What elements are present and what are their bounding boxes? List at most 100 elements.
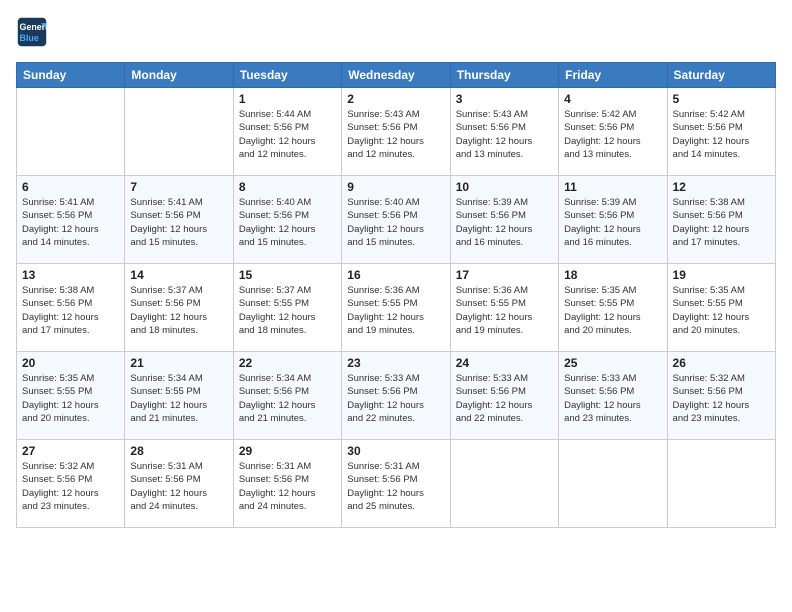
logo-icon: General Blue	[16, 16, 48, 48]
calendar-week-row: 1 Sunrise: 5:44 AM Sunset: 5:56 PM Daylig…	[17, 88, 776, 176]
day-info: Sunrise: 5:34 AM Sunset: 5:56 PM Dayligh…	[239, 372, 336, 425]
weekday-header-monday: Monday	[125, 63, 233, 88]
day-number: 13	[22, 268, 119, 282]
day-number: 1	[239, 92, 336, 106]
day-number: 16	[347, 268, 444, 282]
day-number: 6	[22, 180, 119, 194]
weekday-header-thursday: Thursday	[450, 63, 558, 88]
day-number: 19	[673, 268, 770, 282]
day-info: Sunrise: 5:38 AM Sunset: 5:56 PM Dayligh…	[673, 196, 770, 249]
calendar-week-row: 13 Sunrise: 5:38 AM Sunset: 5:56 PM Dayli…	[17, 264, 776, 352]
calendar-cell: 9 Sunrise: 5:40 AM Sunset: 5:56 PM Daylig…	[342, 176, 450, 264]
day-info: Sunrise: 5:35 AM Sunset: 5:55 PM Dayligh…	[22, 372, 119, 425]
day-info: Sunrise: 5:41 AM Sunset: 5:56 PM Dayligh…	[22, 196, 119, 249]
calendar-cell: 21 Sunrise: 5:34 AM Sunset: 5:55 PM Dayli…	[125, 352, 233, 440]
day-info: Sunrise: 5:39 AM Sunset: 5:56 PM Dayligh…	[456, 196, 553, 249]
day-number: 15	[239, 268, 336, 282]
calendar-cell: 8 Sunrise: 5:40 AM Sunset: 5:56 PM Daylig…	[233, 176, 341, 264]
calendar-table: SundayMondayTuesdayWednesdayThursdayFrid…	[16, 62, 776, 528]
day-info: Sunrise: 5:32 AM Sunset: 5:56 PM Dayligh…	[673, 372, 770, 425]
calendar-cell: 11Sunrise: 5:39 AM Sunset: 5:56 PM Dayli…	[559, 176, 667, 264]
calendar-cell: 22 Sunrise: 5:34 AM Sunset: 5:56 PM Dayli…	[233, 352, 341, 440]
calendar-cell: 3 Sunrise: 5:43 AM Sunset: 5:56 PM Daylig…	[450, 88, 558, 176]
weekday-header-tuesday: Tuesday	[233, 63, 341, 88]
calendar-cell: 27 Sunrise: 5:32 AM Sunset: 5:56 PM Dayli…	[17, 440, 125, 528]
day-number: 18	[564, 268, 661, 282]
day-info: Sunrise: 5:31 AM Sunset: 5:56 PM Dayligh…	[130, 460, 227, 513]
calendar-cell: 28 Sunrise: 5:31 AM Sunset: 5:56 PM Dayli…	[125, 440, 233, 528]
calendar-cell: 6 Sunrise: 5:41 AM Sunset: 5:56 PM Daylig…	[17, 176, 125, 264]
calendar-cell: 15 Sunrise: 5:37 AM Sunset: 5:55 PM Dayli…	[233, 264, 341, 352]
day-info: Sunrise: 5:40 AM Sunset: 5:56 PM Dayligh…	[239, 196, 336, 249]
day-number: 21	[130, 356, 227, 370]
day-info: Sunrise: 5:43 AM Sunset: 5:56 PM Dayligh…	[347, 108, 444, 161]
day-number: 2	[347, 92, 444, 106]
calendar-cell	[125, 88, 233, 176]
day-info: Sunrise: 5:32 AM Sunset: 5:56 PM Dayligh…	[22, 460, 119, 513]
calendar-cell	[17, 88, 125, 176]
calendar-cell: 24 Sunrise: 5:33 AM Sunset: 5:56 PM Dayli…	[450, 352, 558, 440]
calendar-cell: 26 Sunrise: 5:32 AM Sunset: 5:56 PM Dayli…	[667, 352, 775, 440]
day-number: 17	[456, 268, 553, 282]
day-info: Sunrise: 5:44 AM Sunset: 5:56 PM Dayligh…	[239, 108, 336, 161]
day-number: 24	[456, 356, 553, 370]
calendar-cell: 13 Sunrise: 5:38 AM Sunset: 5:56 PM Dayli…	[17, 264, 125, 352]
day-info: Sunrise: 5:37 AM Sunset: 5:55 PM Dayligh…	[239, 284, 336, 337]
day-number: 3	[456, 92, 553, 106]
calendar-cell: 7 Sunrise: 5:41 AM Sunset: 5:56 PM Daylig…	[125, 176, 233, 264]
day-info: Sunrise: 5:35 AM Sunset: 5:55 PM Dayligh…	[564, 284, 661, 337]
day-info: Sunrise: 5:38 AM Sunset: 5:56 PM Dayligh…	[22, 284, 119, 337]
calendar-cell	[450, 440, 558, 528]
day-number: 5	[673, 92, 770, 106]
calendar-cell: 23Sunrise: 5:33 AM Sunset: 5:56 PM Dayli…	[342, 352, 450, 440]
calendar-cell	[667, 440, 775, 528]
day-number: 29	[239, 444, 336, 458]
calendar-cell: 5 Sunrise: 5:42 AM Sunset: 5:56 PM Daylig…	[667, 88, 775, 176]
day-number: 14	[130, 268, 227, 282]
day-number: 10	[456, 180, 553, 194]
calendar-cell: 20 Sunrise: 5:35 AM Sunset: 5:55 PM Dayli…	[17, 352, 125, 440]
calendar-cell: 1 Sunrise: 5:44 AM Sunset: 5:56 PM Daylig…	[233, 88, 341, 176]
calendar-cell: 19 Sunrise: 5:35 AM Sunset: 5:55 PM Dayli…	[667, 264, 775, 352]
day-info: Sunrise: 5:35 AM Sunset: 5:55 PM Dayligh…	[673, 284, 770, 337]
day-info: Sunrise: 5:42 AM Sunset: 5:56 PM Dayligh…	[673, 108, 770, 161]
day-number: 7	[130, 180, 227, 194]
calendar-cell: 10 Sunrise: 5:39 AM Sunset: 5:56 PM Dayli…	[450, 176, 558, 264]
day-info: Sunrise: 5:43 AM Sunset: 5:56 PM Dayligh…	[456, 108, 553, 161]
day-number: 20	[22, 356, 119, 370]
weekday-header-friday: Friday	[559, 63, 667, 88]
day-number: 28	[130, 444, 227, 458]
calendar-week-row: 20 Sunrise: 5:35 AM Sunset: 5:55 PM Dayli…	[17, 352, 776, 440]
calendar-cell: 14Sunrise: 5:37 AM Sunset: 5:56 PM Dayli…	[125, 264, 233, 352]
day-info: Sunrise: 5:41 AM Sunset: 5:56 PM Dayligh…	[130, 196, 227, 249]
weekday-header-wednesday: Wednesday	[342, 63, 450, 88]
day-info: Sunrise: 5:33 AM Sunset: 5:56 PM Dayligh…	[456, 372, 553, 425]
day-number: 8	[239, 180, 336, 194]
day-number: 4	[564, 92, 661, 106]
day-number: 9	[347, 180, 444, 194]
page-header: General Blue	[16, 16, 776, 48]
day-info: Sunrise: 5:36 AM Sunset: 5:55 PM Dayligh…	[347, 284, 444, 337]
day-info: Sunrise: 5:42 AM Sunset: 5:56 PM Dayligh…	[564, 108, 661, 161]
day-info: Sunrise: 5:31 AM Sunset: 5:56 PM Dayligh…	[347, 460, 444, 513]
day-number: 26	[673, 356, 770, 370]
day-number: 22	[239, 356, 336, 370]
day-number: 27	[22, 444, 119, 458]
calendar-cell: 12Sunrise: 5:38 AM Sunset: 5:56 PM Dayli…	[667, 176, 775, 264]
weekday-header-saturday: Saturday	[667, 63, 775, 88]
day-info: Sunrise: 5:34 AM Sunset: 5:55 PM Dayligh…	[130, 372, 227, 425]
calendar-cell: 30Sunrise: 5:31 AM Sunset: 5:56 PM Dayli…	[342, 440, 450, 528]
day-info: Sunrise: 5:40 AM Sunset: 5:56 PM Dayligh…	[347, 196, 444, 249]
calendar-cell	[559, 440, 667, 528]
calendar-week-row: 27 Sunrise: 5:32 AM Sunset: 5:56 PM Dayli…	[17, 440, 776, 528]
day-info: Sunrise: 5:31 AM Sunset: 5:56 PM Dayligh…	[239, 460, 336, 513]
calendar-cell: 18 Sunrise: 5:35 AM Sunset: 5:55 PM Dayli…	[559, 264, 667, 352]
day-info: Sunrise: 5:33 AM Sunset: 5:56 PM Dayligh…	[347, 372, 444, 425]
logo: General Blue	[16, 16, 52, 48]
calendar-cell: 29 Sunrise: 5:31 AM Sunset: 5:56 PM Dayli…	[233, 440, 341, 528]
svg-text:Blue: Blue	[20, 33, 39, 43]
calendar-cell: 17Sunrise: 5:36 AM Sunset: 5:55 PM Dayli…	[450, 264, 558, 352]
calendar-week-row: 6 Sunrise: 5:41 AM Sunset: 5:56 PM Daylig…	[17, 176, 776, 264]
calendar-cell: 2 Sunrise: 5:43 AM Sunset: 5:56 PM Daylig…	[342, 88, 450, 176]
day-number: 25	[564, 356, 661, 370]
